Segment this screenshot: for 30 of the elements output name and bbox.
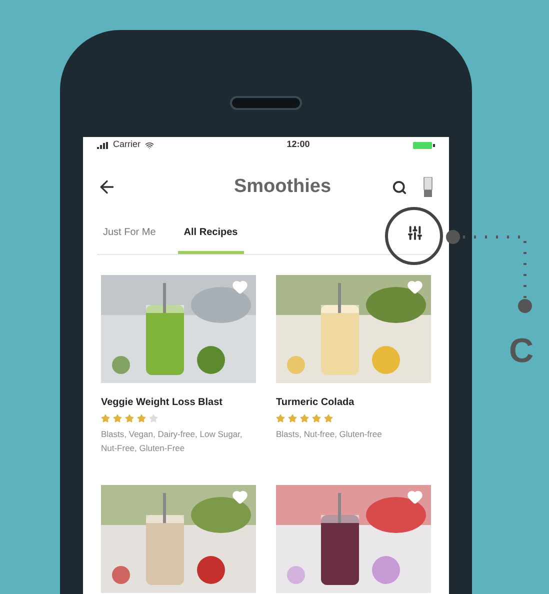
tab[interactable]: Just For Me	[97, 211, 162, 254]
star-icon	[101, 414, 110, 423]
screen-title: Smoothies	[234, 174, 332, 199]
heart-icon[interactable]	[407, 489, 423, 505]
star-icon	[288, 414, 297, 423]
status-time: 12:00	[286, 138, 310, 152]
blender-icon[interactable]	[423, 177, 435, 197]
battery-icon	[412, 142, 435, 148]
callout-label: C	[509, 331, 534, 372]
tab[interactable]: All Recipes	[178, 211, 244, 254]
recipe-title: Veggie Weight Loss Blast	[101, 396, 224, 410]
recipe-tags: Blasts, Vegan, Dairy-free, Low Sugar, Nut-Free, Gluten-Free	[101, 427, 256, 455]
speaker-slot	[230, 96, 302, 110]
star-icon	[312, 414, 321, 423]
star-icon	[125, 414, 134, 423]
star-icon	[324, 414, 333, 423]
heart-icon[interactable]	[407, 279, 423, 295]
carrier-label: Carrier	[113, 138, 141, 152]
recipe-tags: Blasts, Nut-free, Gluten-free	[276, 427, 431, 441]
star-icon	[300, 414, 309, 423]
recipe-title: Turmeric Colada	[276, 396, 356, 410]
filter-icon[interactable]	[407, 224, 423, 240]
star-icon	[137, 414, 146, 423]
search-icon[interactable]	[392, 180, 407, 194]
wifi-icon	[144, 140, 154, 150]
star-icon	[113, 414, 122, 423]
star-icon	[149, 414, 158, 423]
heart-icon[interactable]	[232, 489, 248, 505]
star-icon	[276, 414, 285, 423]
signal-icon	[97, 142, 109, 148]
